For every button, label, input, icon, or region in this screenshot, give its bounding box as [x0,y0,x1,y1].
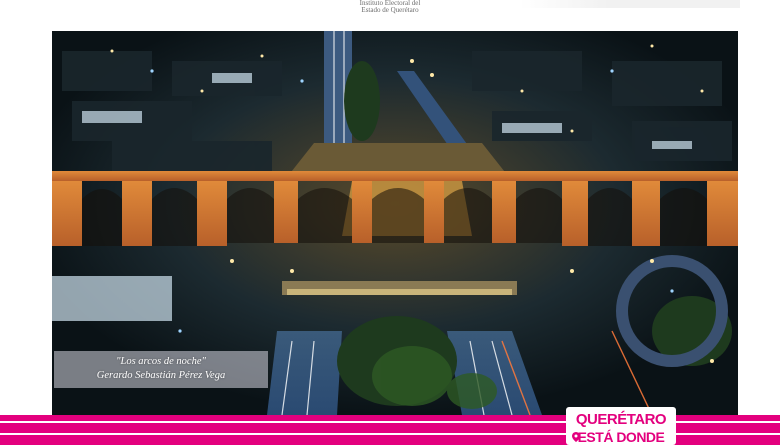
photo-title: "Los arcos de noche" [116,356,206,367]
brand-line-1: QUERÉTARO [575,411,667,428]
queretaro-brand-logo: QUERÉTARO ESTÁ DONDE [566,407,676,445]
institution-line-2: Estado de Querétaro [361,6,419,14]
header-fade [520,0,740,8]
brand-line-2: ESTÁ DONDE [577,429,665,445]
photo-credit-caption: "Los arcos de noche" Gerardo Sebastián P… [54,351,268,388]
photo-author: Gerardo Sebastián Pérez Vega [96,370,226,381]
